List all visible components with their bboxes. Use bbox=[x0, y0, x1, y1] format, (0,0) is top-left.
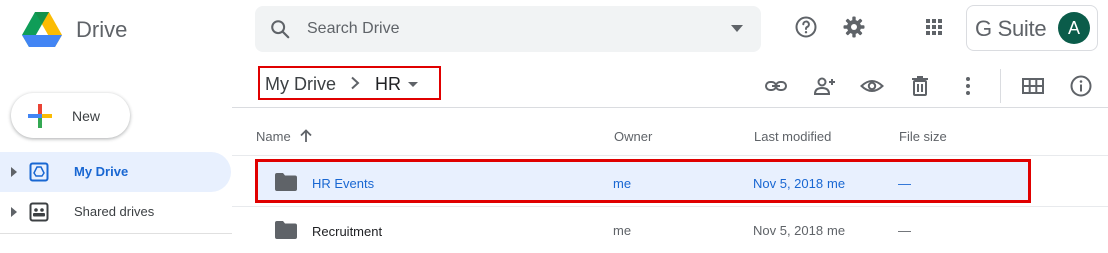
shared-drives-icon bbox=[29, 202, 49, 222]
new-button-label: New bbox=[72, 108, 101, 124]
drive-logo-icon bbox=[22, 12, 62, 47]
file-name[interactable]: Recruitment bbox=[312, 224, 382, 239]
breadcrumb-my-drive[interactable]: My Drive bbox=[265, 74, 336, 95]
folder-icon bbox=[275, 221, 297, 239]
sidebar-item-shared-drives[interactable]: Shared drives bbox=[0, 192, 231, 232]
toolbar-divider bbox=[1000, 69, 1001, 103]
file-owner: me bbox=[613, 176, 632, 191]
new-button[interactable]: New bbox=[11, 93, 130, 138]
column-header-name[interactable]: Name bbox=[256, 129, 291, 144]
row-divider bbox=[232, 155, 1108, 156]
app-name: Drive bbox=[76, 17, 128, 42]
file-modified-date: Nov 5, 2018 bbox=[753, 223, 824, 238]
info-icon[interactable] bbox=[1069, 74, 1093, 98]
search-icon[interactable] bbox=[269, 18, 291, 40]
apps-grid-icon[interactable] bbox=[922, 15, 946, 39]
help-icon[interactable] bbox=[794, 15, 818, 39]
grid-view-icon[interactable] bbox=[1021, 74, 1045, 98]
search-input[interactable] bbox=[307, 6, 707, 52]
row-divider bbox=[232, 206, 1108, 207]
sidebar-divider bbox=[0, 233, 232, 234]
settings-gear-icon[interactable] bbox=[842, 15, 866, 39]
link-icon[interactable] bbox=[764, 74, 788, 98]
drive-logo[interactable]: Drive bbox=[22, 10, 142, 50]
chevron-right-icon bbox=[351, 76, 360, 90]
column-header-owner[interactable]: Owner bbox=[614, 129, 652, 144]
my-drive-icon bbox=[29, 162, 49, 182]
add-person-icon[interactable] bbox=[812, 74, 836, 98]
plus-icon bbox=[28, 104, 52, 128]
file-modified-date: Nov 5, 2018 bbox=[753, 176, 824, 191]
expand-arrow-icon[interactable] bbox=[11, 167, 17, 177]
trash-icon[interactable] bbox=[908, 74, 932, 98]
table-row[interactable]: Recruitment me Nov 5, 2018 me — bbox=[255, 208, 1031, 252]
sidebar-item-label: My Drive bbox=[74, 164, 129, 179]
table-row[interactable]: HR Events me Nov 5, 2018 me — bbox=[255, 159, 1031, 203]
column-header-last-modified[interactable]: Last modified bbox=[754, 129, 831, 144]
header-divider bbox=[232, 107, 1108, 108]
preview-eye-icon[interactable] bbox=[860, 74, 884, 98]
arrow-up-icon[interactable] bbox=[299, 129, 313, 143]
folder-icon bbox=[275, 173, 297, 191]
file-modified-by: me bbox=[827, 223, 846, 238]
account-switcher[interactable]: G Suite A bbox=[966, 5, 1098, 51]
gsuite-label: G Suite bbox=[975, 16, 1047, 41]
search-bar[interactable] bbox=[255, 6, 761, 52]
sidebar-item-label: Shared drives bbox=[74, 204, 155, 219]
column-header-file-size[interactable]: File size bbox=[899, 129, 947, 144]
breadcrumb-current-folder[interactable]: HR bbox=[375, 74, 401, 95]
breadcrumb: My Drive HR bbox=[258, 66, 441, 100]
file-name[interactable]: HR Events bbox=[312, 176, 374, 191]
more-vert-icon[interactable] bbox=[956, 74, 980, 98]
search-options-icon[interactable] bbox=[731, 25, 743, 33]
chevron-down-icon[interactable] bbox=[408, 82, 418, 88]
sidebar-item-my-drive[interactable]: My Drive bbox=[0, 152, 231, 192]
file-size: — bbox=[898, 223, 911, 238]
expand-arrow-icon[interactable] bbox=[11, 207, 17, 217]
file-modified-by: me bbox=[827, 176, 846, 191]
avatar[interactable]: A bbox=[1058, 12, 1090, 44]
file-size: — bbox=[898, 176, 911, 191]
file-owner: me bbox=[613, 223, 632, 238]
